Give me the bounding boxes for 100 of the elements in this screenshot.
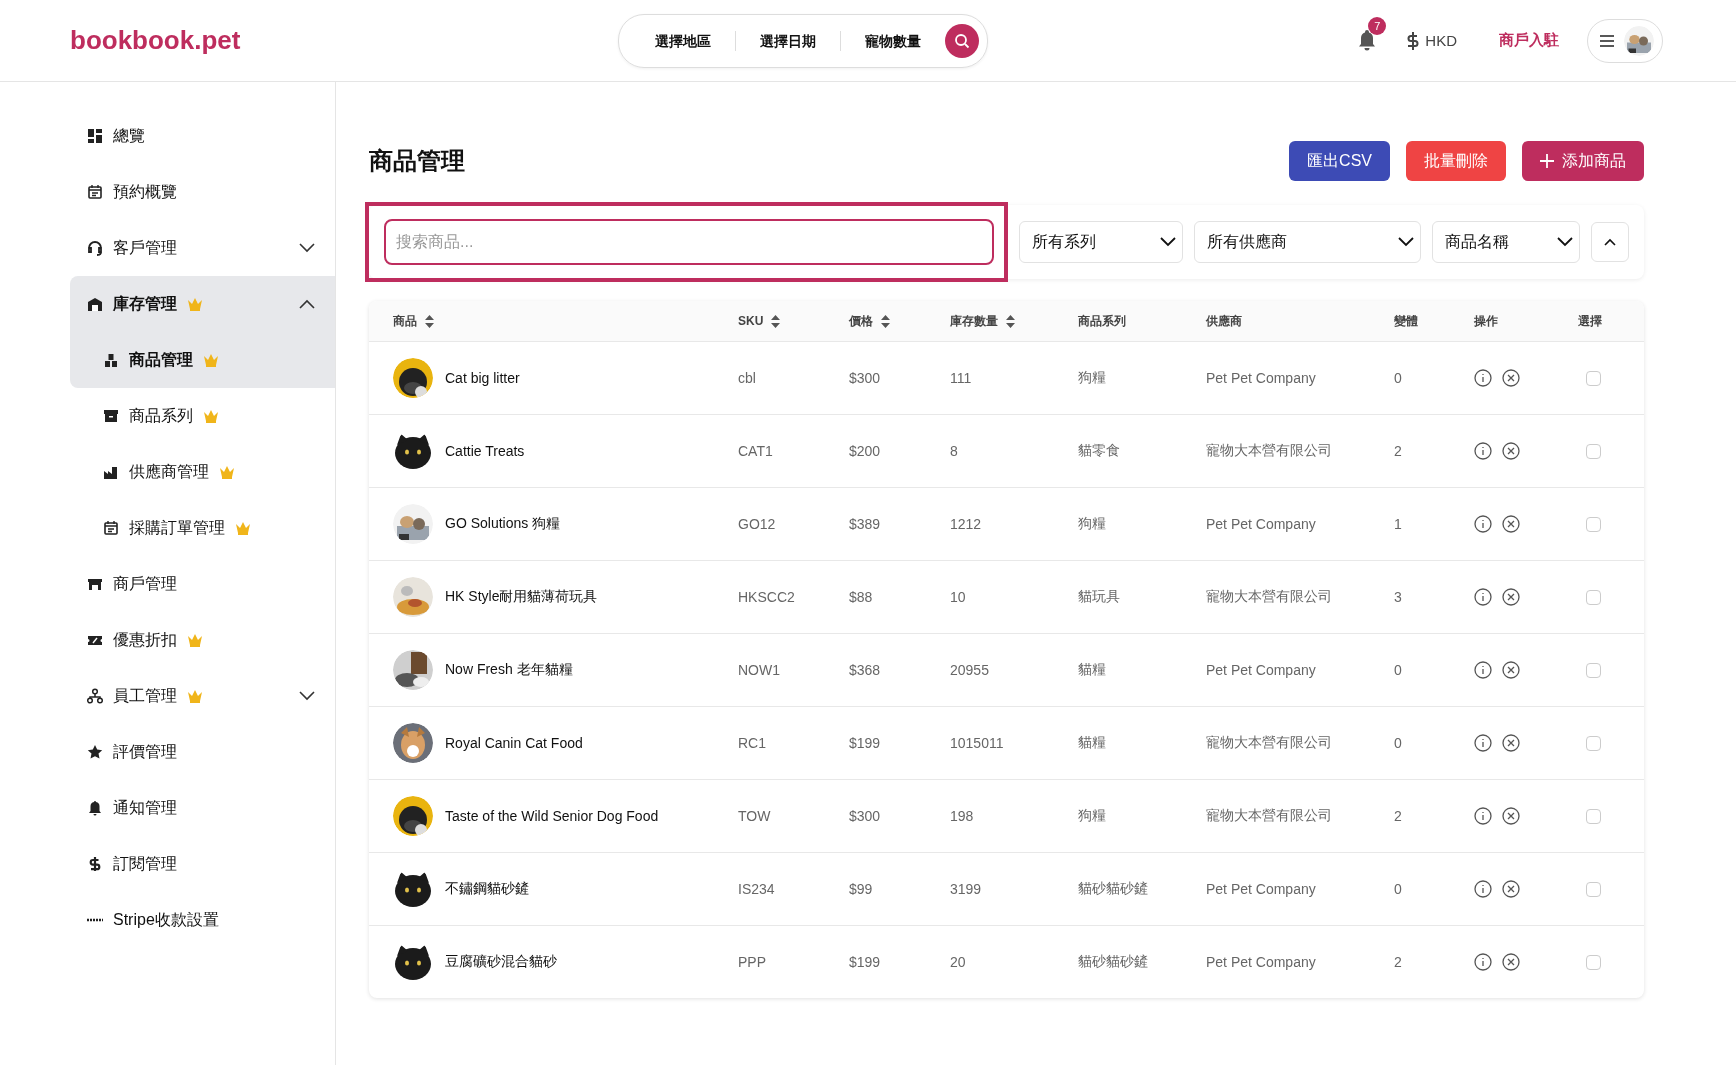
info-icon[interactable] <box>1474 515 1492 533</box>
table-cell: 0 <box>1394 662 1402 678</box>
filter-dropdown[interactable]: 所有系列 <box>1019 221 1183 263</box>
table-cell: 狗糧 <box>1078 369 1106 385</box>
product-name[interactable]: 不鏽鋼貓砂鏟 <box>445 880 529 898</box>
sort-icon[interactable] <box>425 314 434 328</box>
sort-icon[interactable] <box>771 314 781 328</box>
row-checkbox[interactable] <box>1586 443 1601 459</box>
table-cell: 3 <box>1394 589 1402 605</box>
sidebar-item[interactable]: 採購訂單管理 <box>70 500 335 556</box>
merchant-link[interactable]: 商戶入駐 <box>1499 31 1559 50</box>
sidebar-item[interactable]: 員工管理 <box>70 668 335 724</box>
sidebar-item[interactable]: 預約概覽 <box>70 164 335 220</box>
info-icon[interactable] <box>1474 369 1492 387</box>
info-icon[interactable] <box>1474 807 1492 825</box>
sidebar-item[interactable]: 優惠折扣 <box>70 612 335 668</box>
delete-button[interactable]: 批量刪除 <box>1406 141 1506 181</box>
search-segment[interactable]: 選擇地區 <box>631 30 735 51</box>
row-checkbox[interactable] <box>1586 516 1601 532</box>
table-cell: 寵物大本營有限公司 <box>1206 588 1332 604</box>
export-button[interactable]: 匯出CSV <box>1289 141 1390 181</box>
sidebar-item-label: 預約概覽 <box>113 181 177 202</box>
close-icon[interactable] <box>1502 369 1520 387</box>
row-checkbox[interactable] <box>1586 881 1601 897</box>
star-icon <box>87 744 103 760</box>
product-name[interactable]: Now Fresh 老年貓糧 <box>445 661 573 679</box>
close-icon[interactable] <box>1502 442 1520 460</box>
row-checkbox[interactable] <box>1586 735 1601 751</box>
product-name[interactable]: 豆腐礦砂混合貓砂 <box>445 953 557 971</box>
table-cell: 1 <box>1394 516 1402 532</box>
info-icon[interactable] <box>1474 734 1492 752</box>
row-checkbox[interactable] <box>1586 589 1601 605</box>
table-cell: $99 <box>849 881 873 897</box>
table-cell: 寵物大本營有限公司 <box>1206 807 1332 823</box>
sidebar-item[interactable]: 總覽 <box>70 108 335 164</box>
close-icon[interactable] <box>1502 588 1520 606</box>
table-cell: 0 <box>1394 735 1402 751</box>
column-header: 庫存數量 <box>950 312 998 330</box>
chevron-icon[interactable] <box>299 299 315 309</box>
sidebar-item[interactable]: 商品管理 <box>70 332 335 388</box>
table-cell: $368 <box>849 662 881 678</box>
plus-icon <box>1540 154 1554 168</box>
info-icon[interactable] <box>1474 588 1492 606</box>
product-name[interactable]: Cattie Treats <box>445 443 525 459</box>
sidebar-item[interactable]: 供應商管理 <box>70 444 335 500</box>
sidebar-item[interactable]: 庫存管理 <box>70 276 335 332</box>
table-cell: Pet Pet Company <box>1206 954 1316 970</box>
calendar-icon <box>87 184 103 200</box>
table-cell: 2 <box>1394 808 1402 824</box>
product-name[interactable]: Cat big litter <box>445 370 520 386</box>
row-checkbox[interactable] <box>1586 662 1601 678</box>
close-icon[interactable] <box>1502 661 1520 679</box>
sidebar-item-label: 總覽 <box>113 125 145 146</box>
sidebar-item[interactable]: 商戶管理 <box>70 556 335 612</box>
row-checkbox[interactable] <box>1586 954 1601 970</box>
add-button[interactable]: 添加商品 <box>1522 141 1644 181</box>
row-checkbox[interactable] <box>1586 808 1601 824</box>
logo[interactable]: bookbook.pet <box>70 25 618 56</box>
table-cell: 20955 <box>950 662 989 678</box>
dollar-icon <box>1407 30 1420 51</box>
product-name[interactable]: HK Style耐用貓薄荷玩具 <box>445 588 598 606</box>
product-name[interactable]: GO Solutions 狗糧 <box>445 515 561 533</box>
close-icon[interactable] <box>1502 807 1520 825</box>
sidebar-item[interactable]: 訂閱管理 <box>70 836 335 892</box>
sidebar-item[interactable]: 通知管理 <box>70 780 335 836</box>
dollar-icon <box>87 856 103 872</box>
info-icon[interactable] <box>1474 953 1492 971</box>
table-cell: $300 <box>849 808 881 824</box>
filter-dropdown[interactable]: 所有供應商 <box>1194 221 1421 263</box>
table-cell: 1212 <box>950 516 982 532</box>
info-icon[interactable] <box>1474 442 1492 460</box>
product-name[interactable]: Royal Canin Cat Food <box>445 735 583 751</box>
chevron-icon[interactable] <box>299 691 315 701</box>
info-icon[interactable] <box>1474 880 1492 898</box>
sort-icon[interactable] <box>881 314 890 328</box>
search-field[interactable]: 搜索商品... <box>384 219 994 265</box>
close-icon[interactable] <box>1502 734 1520 752</box>
chevron-icon[interactable] <box>299 243 315 253</box>
search-segment[interactable]: 寵物數量 <box>840 30 945 51</box>
sidebar-item[interactable]: 評價管理 <box>70 724 335 780</box>
close-icon[interactable] <box>1502 880 1520 898</box>
close-icon[interactable] <box>1502 515 1520 533</box>
sort-icon[interactable] <box>1006 314 1015 328</box>
table-cell: 狗糧 <box>1078 807 1106 823</box>
table-cell: 111 <box>950 370 972 386</box>
search-segment[interactable]: 選擇日期 <box>735 30 840 51</box>
info-icon[interactable] <box>1474 661 1492 679</box>
sidebar-item[interactable]: Stripe收款設置 <box>70 892 335 948</box>
search-button[interactable] <box>945 23 979 58</box>
warehouse-icon <box>87 296 103 312</box>
product-name[interactable]: Taste of the Wild Senior Dog Food <box>445 808 659 824</box>
filter-dropdown[interactable]: 商品名稱 <box>1432 221 1580 263</box>
sidebar-item[interactable]: 商品系列 <box>70 388 335 444</box>
close-icon[interactable] <box>1502 953 1520 971</box>
sidebar-item[interactable]: 客戶管理 <box>70 220 335 276</box>
row-checkbox[interactable] <box>1586 370 1601 386</box>
table-cell: 貓糧 <box>1078 661 1106 677</box>
search-bar[interactable]: 選擇地區 選擇日期 寵物數量 <box>618 13 988 68</box>
bell-icon[interactable] <box>1357 28 1378 51</box>
currency-selector[interactable]: HKD <box>1407 30 1457 51</box>
